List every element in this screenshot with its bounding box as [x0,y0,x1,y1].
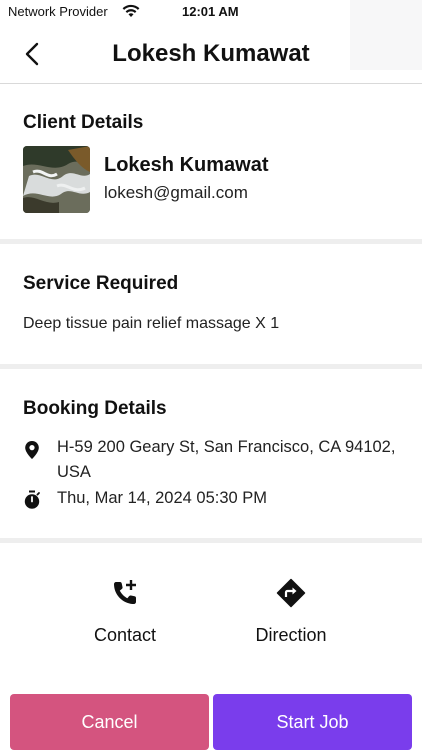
section-divider [0,538,422,543]
booking-heading: Booking Details [23,398,167,419]
avatar [23,146,90,213]
section-divider [0,364,422,369]
start-job-button[interactable]: Start Job [213,694,412,750]
carrier-name: Network Provider [8,4,108,19]
section-divider [0,239,422,244]
contact-action[interactable]: Contact [50,578,200,646]
status-time: 12:01 AM [182,4,239,19]
client-details-section: Client Details Lokesh Kumawat lokesh@gma… [0,112,422,213]
contact-label: Contact [93,625,157,645]
service-heading: Service Required [23,273,179,294]
service-section: Service Required Deep tissue pain relief… [0,273,422,332]
action-row: Contact Direction [0,560,422,660]
client-email[interactable]: lokesh@gmail.com [104,183,248,203]
status-bar: Network Provider 12:01 AM [0,0,422,70]
directions-icon [276,578,306,608]
direction-action[interactable]: Direction [216,578,366,646]
client-details-heading: Client Details [23,112,144,133]
direction-label: Direction [255,625,327,645]
avatar-image [23,146,90,213]
location-pin-icon [25,441,39,459]
client-name: Lokesh Kumawat [104,154,269,176]
nav-bar: Lokesh Kumawat [0,26,422,84]
cancel-button[interactable]: Cancel [10,694,209,750]
add-call-icon [114,580,136,604]
booking-datetime: Thu, Mar 14, 2024 05:30 PM [57,489,268,507]
page-title: Lokesh Kumawat [112,40,310,67]
stopwatch-icon [24,490,40,509]
booking-address: H-59 200 Geary St, San Francisco, CA 941… [57,438,396,481]
wifi-icon [122,4,140,17]
service-description: Deep tissue pain relief massage X 1 [23,315,280,332]
booking-section: Booking Details H-59 200 Geary St, San F… [0,398,422,509]
